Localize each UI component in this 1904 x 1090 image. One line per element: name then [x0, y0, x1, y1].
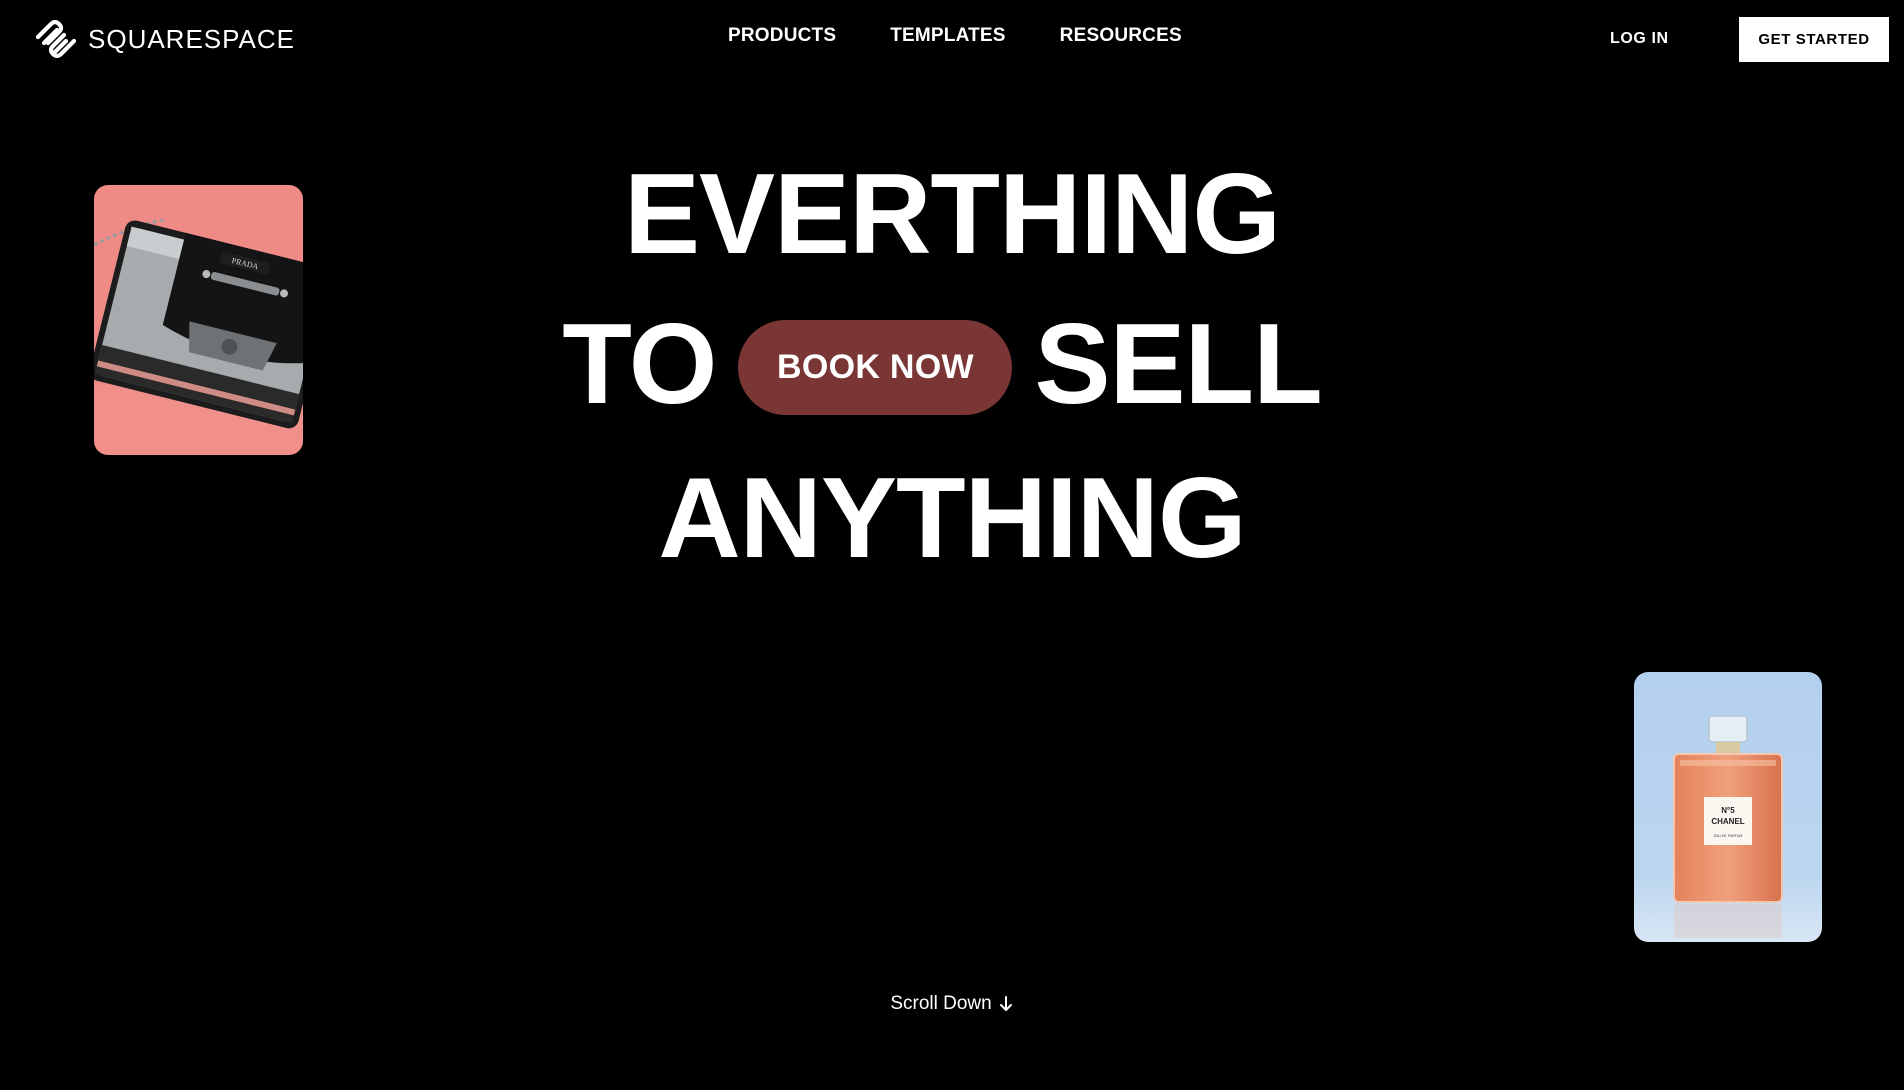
page: SQUARESPACE PRODUCTS TEMPLATES RESOURCES…: [0, 0, 1904, 1090]
squarespace-logo-icon: [35, 20, 77, 58]
handbag-image: PRADA: [94, 185, 303, 455]
hero-line-3: ANYTHING: [658, 455, 1246, 582]
perfume-label-type: EAU DE PARFUM: [1714, 834, 1743, 838]
main-nav: PRODUCTS TEMPLATES RESOURCES: [728, 25, 1182, 47]
perfume-label-brand: CHANEL: [1711, 817, 1744, 826]
get-started-button[interactable]: GET STARTED: [1739, 17, 1889, 62]
brand-name: SQUARESPACE: [88, 23, 296, 54]
hero-word-sell: SELL: [1034, 301, 1322, 428]
nav-item-templates[interactable]: TEMPLATES: [890, 25, 1005, 47]
scroll-down-label: Scroll Down: [890, 993, 992, 1014]
perfume-illustration: N°5 CHANEL EAU DE PARFUM: [1634, 672, 1822, 942]
site-header: SQUARESPACE PRODUCTS TEMPLATES RESOURCES…: [0, 0, 1904, 78]
perfume-label-number: N°5: [1721, 806, 1735, 815]
book-now-button[interactable]: BOOK NOW: [738, 319, 1013, 415]
nav-item-products[interactable]: PRODUCTS: [728, 25, 836, 47]
brand-logo[interactable]: SQUARESPACE: [34, 20, 295, 58]
arrow-down-icon: [999, 996, 1012, 1011]
scroll-down-link[interactable]: Scroll Down: [0, 993, 1904, 1015]
hero-word-to: TO: [562, 301, 717, 428]
handbag-illustration: PRADA: [94, 185, 303, 455]
nav-item-resources[interactable]: RESOURCES: [1060, 25, 1182, 47]
login-link[interactable]: LOG IN: [1610, 30, 1669, 48]
perfume-image: N°5 CHANEL EAU DE PARFUM: [1634, 672, 1822, 942]
